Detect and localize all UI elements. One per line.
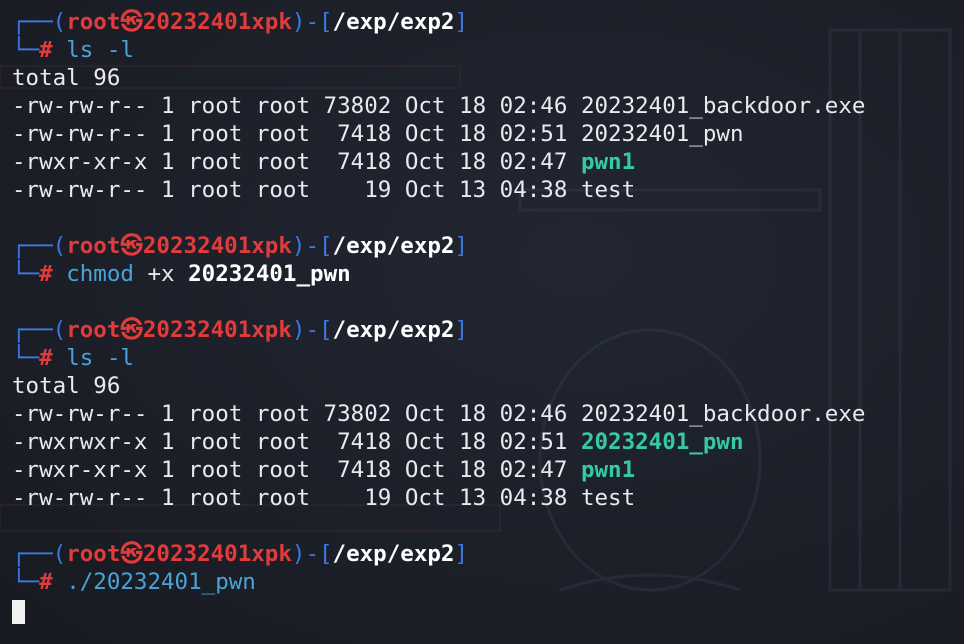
command-line: └─# chmod +x 20232401_pwn — [12, 261, 351, 287]
executable-filename: pwn1 — [580, 149, 636, 175]
skull-icon: ㉿ — [120, 9, 143, 35]
output-line: total 96 — [12, 373, 121, 399]
command-args: -l — [93, 37, 134, 63]
command-name: ./20232401_pwn — [66, 569, 256, 595]
prompt-host: 20232401xpk — [142, 9, 292, 35]
output-line: -rw-rw-r-- 1 root root 73802 Oct 18 02:4… — [12, 93, 866, 119]
terminal-output: ┌──(root㉿20232401xpk)-[/exp/exp2] └─# ls… — [12, 8, 964, 624]
prompt-line: ┌──(root㉿20232401xpk)-[/exp/exp2] — [12, 233, 469, 259]
prompt-line: ┌──(root㉿20232401xpk)-[/exp/exp2] — [12, 317, 469, 343]
terminal-window[interactable]: ┌──(root㉿20232401xpk)-[/exp/exp2] └─# ls… — [0, 0, 964, 644]
output-line: total 96 — [12, 65, 121, 91]
skull-icon: ㉿ — [120, 541, 143, 567]
command-name: chmod — [66, 261, 134, 287]
command-name: ls — [66, 37, 94, 63]
output-line: -rwxr-xr-x 1 root root 7418 Oct 18 02:47… — [12, 457, 636, 483]
output-line: -rw-rw-r-- 1 root root 19 Oct 13 04:38 t… — [12, 177, 636, 203]
output-line: -rw-rw-r-- 1 root root 19 Oct 13 04:38 t… — [12, 485, 636, 511]
executable-filename: pwn1 — [580, 457, 636, 483]
input-line[interactable] — [12, 596, 964, 624]
command-args: -l — [93, 345, 134, 371]
prompt-line: ┌──(root㉿20232401xpk)-[/exp/exp2] — [12, 541, 469, 567]
output-line: -rw-rw-r-- 1 root root 7418 Oct 18 02:51… — [12, 121, 744, 147]
command-line: └─# ls -l — [12, 345, 134, 371]
output-line: -rw-rw-r-- 1 root root 73802 Oct 18 02:4… — [12, 401, 866, 427]
output-line: -rwxr-xr-x 1 root root 7418 Oct 18 02:47… — [12, 149, 636, 175]
prompt-user: root — [66, 9, 121, 35]
prompt-hash: # — [39, 37, 53, 63]
command-line: └─# ls -l — [12, 37, 134, 63]
command-name: ls — [66, 345, 94, 371]
command-line: └─# ./20232401_pwn — [12, 569, 256, 595]
skull-icon: ㉿ — [120, 317, 143, 343]
command-args: +x — [133, 261, 189, 287]
prompt-line: ┌──(root㉿20232401xpk)-[/exp/exp2] — [12, 9, 469, 35]
output-line: -rwxrwxr-x 1 root root 7418 Oct 18 02:51… — [12, 429, 744, 455]
command-target: 20232401_pwn — [188, 261, 351, 287]
executable-filename: 20232401_pwn — [580, 429, 744, 455]
prompt-path: /exp/exp2 — [332, 9, 455, 35]
text-cursor — [12, 599, 25, 624]
skull-icon: ㉿ — [120, 233, 143, 259]
